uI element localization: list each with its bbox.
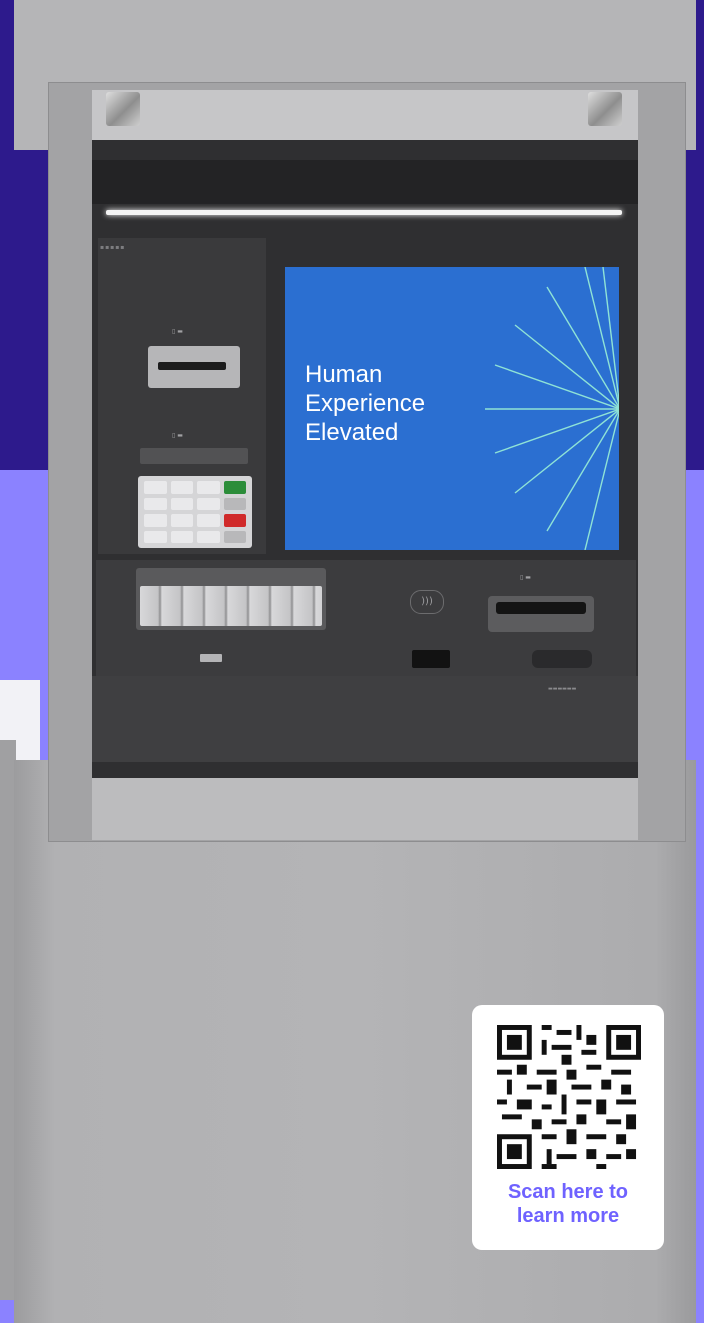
cash-dispenser-shutter[interactable] <box>140 586 322 626</box>
screen-line-2: Experience <box>305 390 426 417</box>
atm-header-band <box>92 160 638 204</box>
qr-caption-line-2: learn more <box>516 1205 620 1227</box>
card-slot[interactable] <box>158 362 226 370</box>
keypad-key[interactable] <box>197 497 220 510</box>
light-bar <box>106 210 622 215</box>
receipt-label: ▯ ▬ <box>172 432 183 439</box>
deposit-slot[interactable] <box>496 602 586 614</box>
headset-jack[interactable] <box>412 650 450 668</box>
atm-screen[interactable]: Human Experience Elevated <box>285 267 619 550</box>
keypad-key[interactable] <box>170 530 193 543</box>
deposit-label: ▯ ▬ <box>520 574 531 581</box>
enter-key[interactable] <box>223 481 246 494</box>
atm-topper <box>92 90 638 140</box>
keypad-key[interactable] <box>197 481 220 494</box>
screen-message: Human Experience Elevated <box>305 360 425 447</box>
receipt-slot <box>140 448 248 464</box>
blank-key[interactable] <box>223 530 246 543</box>
keypad-key[interactable] <box>197 514 220 527</box>
cancel-key[interactable] <box>223 514 246 527</box>
brand-mark: ▪▪▪▪▪ <box>100 244 126 251</box>
keypad-key[interactable] <box>144 514 167 527</box>
logo-left-icon <box>106 92 140 126</box>
keypad-key[interactable] <box>197 530 220 543</box>
qr-caption-line-1: Scan here to <box>507 1181 629 1203</box>
qr-code-icon[interactable] <box>497 1025 641 1169</box>
keypad-key[interactable] <box>170 514 193 527</box>
keypad-key[interactable] <box>144 497 167 510</box>
contactless-icon[interactable]: ))) <box>410 590 444 614</box>
qr-caption: Scan here to learn more <box>472 1180 664 1228</box>
keypad-key[interactable] <box>170 497 193 510</box>
keypad-key[interactable] <box>170 481 193 494</box>
screen-line-1: Human <box>305 361 383 388</box>
pin-keypad <box>138 476 252 548</box>
logo-right-icon <box>588 92 622 126</box>
card-reader-label: ▯ ▬ <box>172 328 183 335</box>
keypad-key[interactable] <box>144 530 167 543</box>
usb-port <box>200 654 222 662</box>
screen-line-3: Elevated <box>305 419 399 446</box>
bezel-marking: ▬▬▬▬▬▬ <box>548 686 577 692</box>
atm-frame-foot <box>92 778 638 840</box>
volume-buttons[interactable] <box>532 650 592 668</box>
clear-key[interactable] <box>223 497 246 510</box>
keypad-key[interactable] <box>144 481 167 494</box>
